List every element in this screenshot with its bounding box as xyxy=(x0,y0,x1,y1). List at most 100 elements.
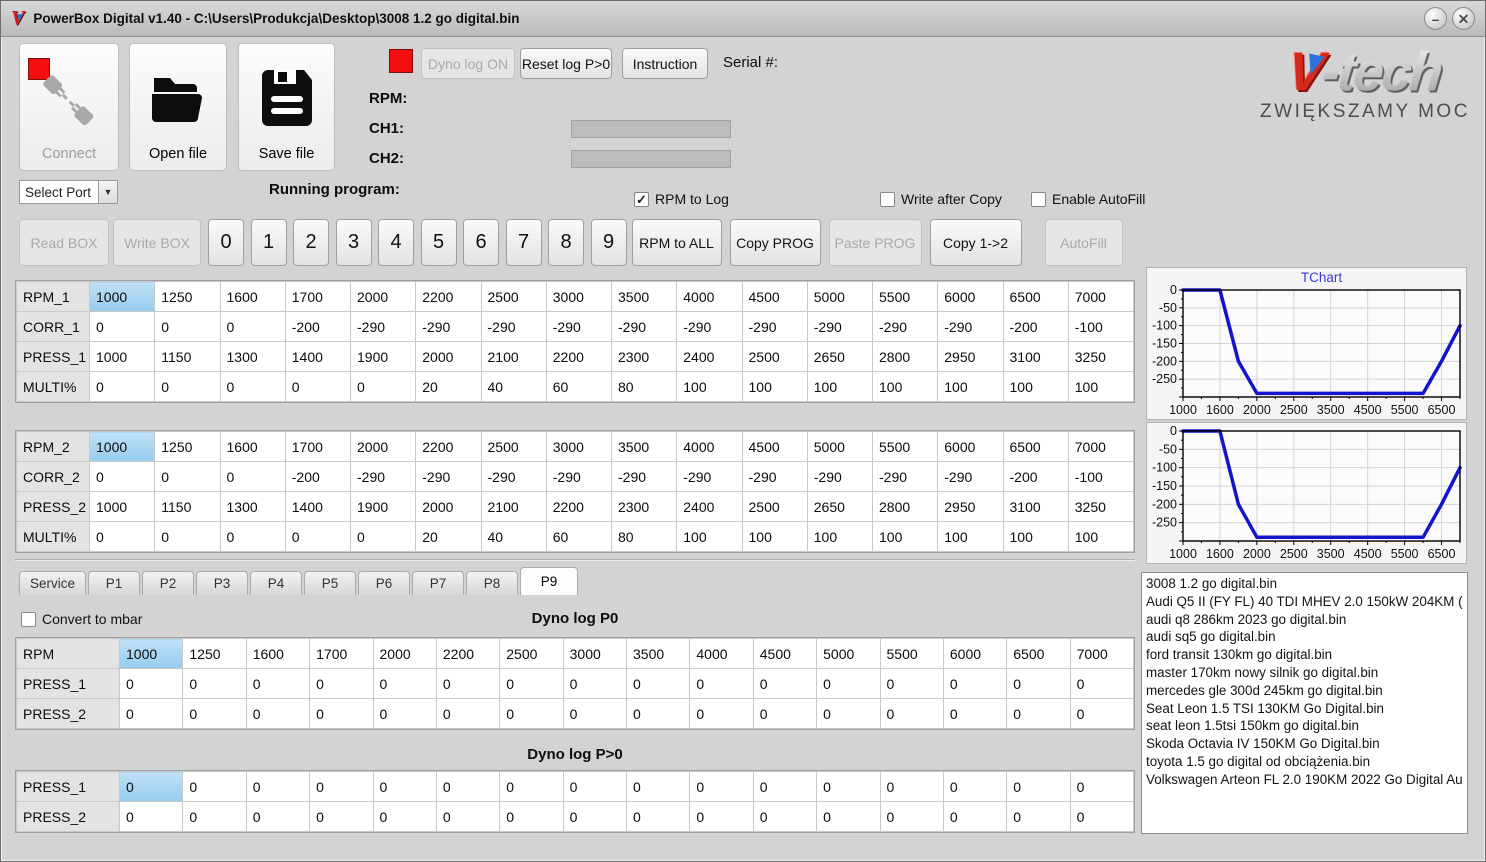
grid-cell[interactable]: 6000 xyxy=(942,638,1008,669)
grid-cell[interactable]: -290 xyxy=(806,311,874,342)
grid-cell[interactable]: 2400 xyxy=(676,491,743,522)
list-item[interactable]: audi q8 286km 2023 go digital.bin xyxy=(1146,611,1463,629)
reset-log-button[interactable]: Reset log P>0 xyxy=(520,48,612,79)
grid-cell[interactable]: 0 xyxy=(219,461,286,492)
grid-cell[interactable]: 0 xyxy=(752,801,818,832)
grid-cell[interactable]: 0 xyxy=(942,771,1008,802)
grid-cell[interactable]: 0 xyxy=(245,771,311,802)
grid-cell[interactable]: 1900 xyxy=(349,491,417,522)
grid-cell[interactable]: 1000 xyxy=(88,491,156,522)
grid-cell[interactable]: 0 xyxy=(625,668,691,699)
grid-cell[interactable]: 2000 xyxy=(415,341,482,372)
grid-cell[interactable]: 0 xyxy=(154,371,221,402)
grid-cell[interactable]: 0 xyxy=(219,311,286,342)
bin-file-list[interactable]: 3008 1.2 go digital.bin Audi Q5 II (FY FL… xyxy=(1141,572,1468,834)
grid-cell[interactable]: 100 xyxy=(937,521,1004,552)
grid-cell[interactable]: 20 xyxy=(415,371,482,402)
grid-cell[interactable]: 0 xyxy=(372,771,437,802)
grid-cell[interactable]: 0 xyxy=(1069,698,1135,729)
list-item[interactable]: seat leon 1.5tsi 150km go digital.bin xyxy=(1146,717,1463,735)
grid-cell[interactable]: 0 xyxy=(499,771,564,802)
list-item[interactable]: ford transit 130km go digital.bin xyxy=(1146,646,1463,664)
list-item[interactable]: master 170km nowy silnik go digital.bin xyxy=(1146,664,1463,682)
grid-cell[interactable]: -290 xyxy=(741,311,808,342)
grid-cell[interactable]: 20 xyxy=(415,521,482,552)
grid-cell[interactable]: 7000 xyxy=(1069,638,1135,669)
list-item[interactable]: Volkswagen Arteon FL 2.0 190KM 2022 Go D… xyxy=(1146,771,1463,789)
grid-cell[interactable]: 0 xyxy=(182,668,247,699)
grid-cell[interactable]: 0 xyxy=(154,521,221,552)
grid-cell[interactable]: -100 xyxy=(1067,311,1135,342)
grid-cell[interactable]: 0 xyxy=(154,461,221,492)
program-digit-button-8[interactable]: 8 xyxy=(548,219,584,266)
grid-cell[interactable]: 2650 xyxy=(806,491,874,522)
grid-cell[interactable]: 100 xyxy=(806,371,874,402)
grid-cell[interactable]: 0 xyxy=(309,771,374,802)
program-digit-button-4[interactable]: 4 xyxy=(378,219,414,266)
list-item[interactable]: audi sq5 go digital.bin xyxy=(1146,628,1463,646)
tab-p8[interactable]: P8 xyxy=(466,571,519,595)
write-after-copy-checkbox[interactable]: Write after Copy xyxy=(880,191,1002,207)
grid-cell[interactable]: -290 xyxy=(610,461,678,492)
grid-cell[interactable]: 5000 xyxy=(806,281,874,312)
grid-cell[interactable]: -290 xyxy=(937,311,1004,342)
grid-cell[interactable]: 0 xyxy=(88,371,156,402)
grid-cell[interactable]: 100 xyxy=(806,521,874,552)
grid-cell[interactable]: 5500 xyxy=(871,281,939,312)
grid-cell[interactable]: 1250 xyxy=(154,281,221,312)
title-bar[interactable]: V ▾ PowerBox Digital v1.40 - C:\Users\Pro… xyxy=(1,1,1485,37)
grid-cell[interactable]: 0 xyxy=(118,801,184,832)
grid-cell[interactable]: 0 xyxy=(625,771,691,802)
grid-cell[interactable]: 0 xyxy=(879,698,944,729)
grid-cell[interactable]: 2800 xyxy=(871,491,939,522)
select-port-dropdown[interactable]: Select Port ▼ xyxy=(19,180,118,204)
grid-cell[interactable]: 0 xyxy=(1006,771,1071,802)
grid-cell[interactable]: 100 xyxy=(676,521,743,552)
grid-cell[interactable]: -100 xyxy=(1067,461,1135,492)
list-item[interactable]: mercedes gle 300d 245km go digital.bin xyxy=(1146,682,1463,700)
grid-cell[interactable]: 2400 xyxy=(676,341,743,372)
grid-cell[interactable]: 0 xyxy=(879,668,944,699)
grid-cell[interactable]: 80 xyxy=(610,371,678,402)
grid-cell[interactable]: 0 xyxy=(435,771,501,802)
grid-cell[interactable]: 0 xyxy=(625,698,691,729)
program-digit-button-7[interactable]: 7 xyxy=(505,219,542,266)
list-item[interactable]: Seat Leon 1.5 TSI 130KM Go Digital.bin xyxy=(1146,700,1463,718)
chevron-down-icon[interactable]: ▼ xyxy=(98,181,117,203)
grid-cell[interactable]: 0 xyxy=(816,668,881,699)
grid-cell[interactable]: 0 xyxy=(499,801,564,832)
grid-cell[interactable]: 100 xyxy=(1002,371,1069,402)
grid-cell[interactable]: 0 xyxy=(879,771,944,802)
grid-cell[interactable]: 1150 xyxy=(154,341,221,372)
grid-cell[interactable]: 0 xyxy=(752,698,818,729)
grid-cell[interactable]: -290 xyxy=(871,461,939,492)
grid-cell[interactable]: 2000 xyxy=(415,491,482,522)
grid-cell[interactable]: 2950 xyxy=(937,491,1004,522)
grid-cell[interactable]: 0 xyxy=(625,801,691,832)
grid-cell[interactable]: 0 xyxy=(435,668,501,699)
rpm-to-all-button[interactable]: RPM to ALL xyxy=(631,219,722,266)
grid-cell[interactable]: 1400 xyxy=(284,341,352,372)
grid-cell[interactable]: 100 xyxy=(937,371,1004,402)
grid-cell[interactable]: 2200 xyxy=(545,341,613,372)
grid-cell[interactable]: 1000 xyxy=(118,638,184,669)
grid-cell[interactable]: 0 xyxy=(562,698,628,729)
grid-cell[interactable]: 100 xyxy=(1002,521,1069,552)
grid-cell[interactable]: 3250 xyxy=(1067,341,1135,372)
grid-cell[interactable]: 0 xyxy=(284,371,352,402)
program-digit-button-6[interactable]: 6 xyxy=(463,219,499,266)
grid-cell[interactable]: -290 xyxy=(349,311,417,342)
grid-cell[interactable]: 0 xyxy=(154,311,221,342)
program-digit-button-5[interactable]: 5 xyxy=(420,219,457,266)
grid-cell[interactable]: 2500 xyxy=(480,281,547,312)
program-digit-button-0[interactable]: 0 xyxy=(208,219,244,266)
grid-cell[interactable]: 100 xyxy=(1067,521,1135,552)
grid-cell[interactable]: 1700 xyxy=(284,431,352,462)
grid-cell[interactable]: 0 xyxy=(942,698,1008,729)
grid-cell[interactable]: 0 xyxy=(372,668,437,699)
grid-cell[interactable]: 0 xyxy=(284,521,352,552)
grid-cell[interactable]: 3000 xyxy=(545,281,613,312)
grid-cell[interactable]: 100 xyxy=(871,371,939,402)
grid-cell[interactable]: 1700 xyxy=(284,281,352,312)
grid-cell[interactable]: 2100 xyxy=(480,491,547,522)
